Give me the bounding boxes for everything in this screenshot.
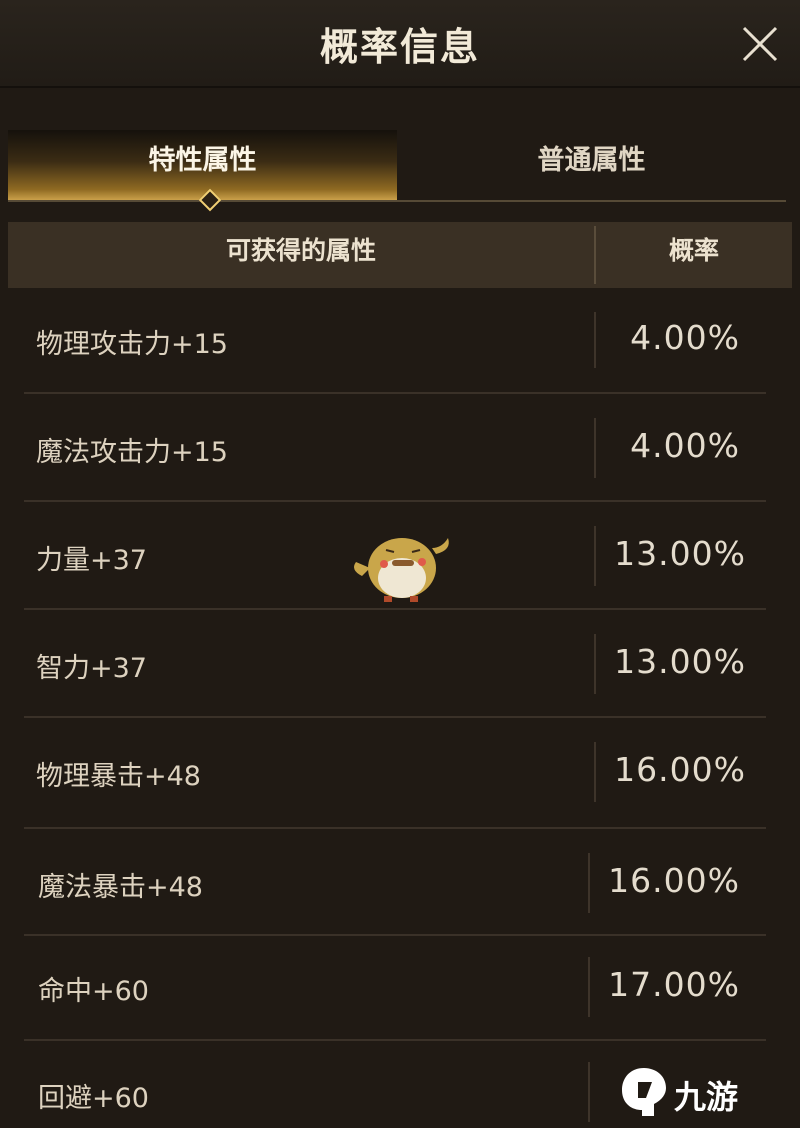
column-divider <box>588 853 590 913</box>
attribute-name: 力量+37 <box>36 545 147 576</box>
table-header: 可获得的属性 概率 <box>8 222 792 288</box>
attribute-name: 回避+60 <box>38 1083 149 1114</box>
column-divider <box>594 526 596 586</box>
attribute-name: 魔法攻击力+15 <box>36 437 228 468</box>
dialog-header: 概率信息 <box>0 0 800 88</box>
table-row: 物理攻击力+15 4.00% <box>0 288 800 394</box>
attribute-rate: 13.00% <box>614 642 746 681</box>
attribute-rate: 4.00% <box>630 426 740 465</box>
bird-mascot-icon <box>354 538 449 602</box>
table-row: 命中+60 17.00% <box>0 935 800 1041</box>
attribute-name: 物理攻击力+15 <box>36 329 228 360</box>
attribute-name: 魔法暴击+48 <box>38 872 203 903</box>
watermark: 九游 <box>612 1064 792 1120</box>
table-row: 魔法攻击力+15 4.00% <box>0 394 800 502</box>
column-header-rate: 概率 <box>668 236 719 265</box>
table-row: 魔法暴击+48 16.00% <box>0 829 800 936</box>
column-divider <box>594 312 596 368</box>
tab-bar: 特性属性 普通属性 <box>8 130 786 212</box>
column-divider <box>594 634 596 694</box>
table-row: 物理暴击+48 16.00% <box>0 718 800 829</box>
attribute-rate: 17.00% <box>608 965 740 1004</box>
close-icon <box>742 26 778 62</box>
dialog-title: 概率信息 <box>319 25 480 69</box>
attribute-rate: 16.00% <box>608 861 740 900</box>
attribute-name: 命中+60 <box>38 976 149 1007</box>
attribute-name: 物理暴击+48 <box>36 761 201 792</box>
watermark-text: 九游 <box>674 1078 739 1116</box>
nine-game-logo-icon <box>622 1068 666 1116</box>
column-divider <box>594 418 596 478</box>
column-divider <box>594 742 596 802</box>
column-divider <box>588 957 590 1017</box>
attribute-rate: 16.00% <box>614 750 746 789</box>
attribute-rate: 13.00% <box>614 534 746 573</box>
column-header-attribute: 可获得的属性 <box>225 236 376 265</box>
attribute-name: 智力+37 <box>36 653 147 684</box>
tab-special-attributes[interactable]: 特性属性 <box>8 130 397 200</box>
table-row: 智力+37 13.00% <box>0 610 800 718</box>
column-divider <box>588 1062 590 1122</box>
attribute-rate: 4.00% <box>630 318 740 357</box>
close-button[interactable] <box>738 22 782 66</box>
tab-normal-attributes[interactable]: 普通属性 <box>397 130 786 200</box>
